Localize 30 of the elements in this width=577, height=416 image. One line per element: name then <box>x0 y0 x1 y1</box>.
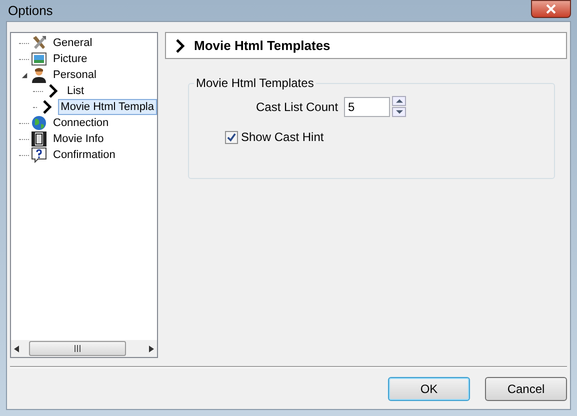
scroll-left-icon[interactable] <box>14 344 19 352</box>
dialog-button[interactable]: Cancel <box>485 377 567 401</box>
tree-item[interactable]: Confirmation <box>50 147 118 163</box>
picture-icon <box>31 51 47 67</box>
page-title: Movie Html Templates <box>194 38 330 53</box>
tree-item[interactable]: Picture <box>50 51 90 67</box>
tree-item[interactable]: Personal <box>50 67 100 83</box>
spin-buttons[interactable] <box>392 96 406 117</box>
window-title: Options <box>7 3 53 18</box>
tree-item[interactable]: Movie Info <box>50 131 107 147</box>
checkbox[interactable] <box>225 130 238 144</box>
person-icon <box>31 67 47 83</box>
scroll-right-icon[interactable] <box>149 344 154 352</box>
tree-item[interactable]: List <box>64 83 88 99</box>
tree-item[interactable]: Connection <box>50 115 112 131</box>
checkbox-label: Show Cast Hint <box>241 130 324 144</box>
close-button[interactable] <box>531 0 571 18</box>
tools-icon <box>31 35 47 51</box>
tree-item[interactable]: Movie Html Templa <box>58 99 157 115</box>
tree-item[interactable]: General <box>50 35 96 51</box>
grip-icon <box>74 345 81 352</box>
close-icon <box>546 4 556 14</box>
number-field[interactable]: 5 <box>344 96 390 116</box>
question-icon <box>31 147 47 163</box>
globe-icon <box>31 115 47 131</box>
field-label: Cast List Count <box>256 100 338 114</box>
group-title: Movie Html Templates <box>194 76 316 90</box>
film-icon <box>31 131 47 147</box>
dialog-button[interactable]: OK <box>388 377 470 401</box>
horizontal-scrollbar[interactable] <box>11 340 157 357</box>
